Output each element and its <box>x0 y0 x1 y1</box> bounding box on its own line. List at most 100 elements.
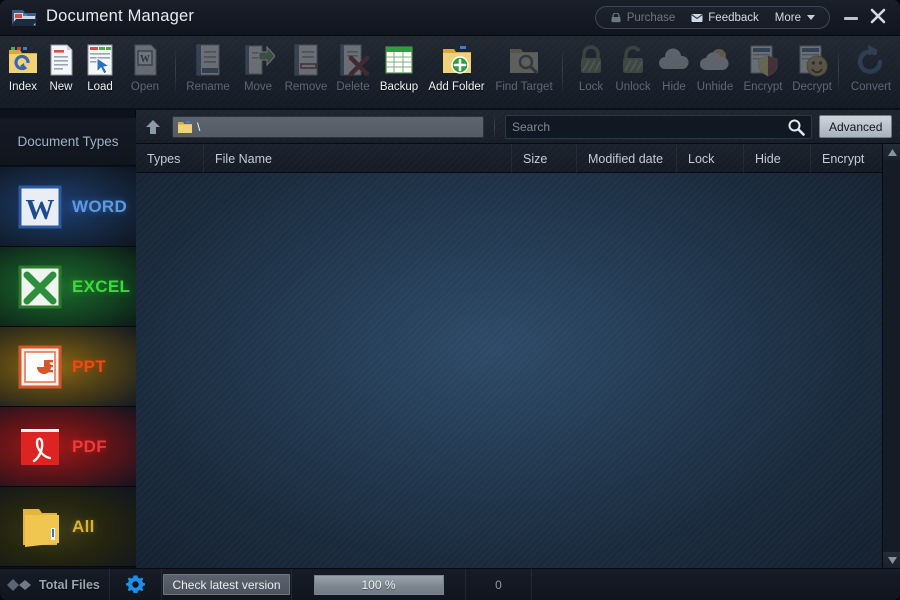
purchase-button[interactable]: Purchase <box>610 11 676 24</box>
toolbar-label: Lock <box>578 81 604 93</box>
toolbar-button-load[interactable]: Load <box>80 40 120 106</box>
sidebar-item-label: All <box>72 516 95 536</box>
feedback-button[interactable]: Feedback <box>691 12 759 24</box>
navigate-up-button[interactable] <box>136 110 170 144</box>
address-input[interactable] <box>197 119 467 134</box>
convert-arrow-icon <box>857 45 883 74</box>
toolbar-separator <box>175 48 176 96</box>
toolbar-button-new[interactable]: New <box>42 40 80 106</box>
toolbar-label: Encrypt <box>743 81 783 93</box>
sidebar-item-pdf[interactable]: PDF <box>0 407 136 487</box>
status-bar-spare-area <box>532 569 900 600</box>
toolbar-button-backup[interactable]: Backup <box>375 40 423 106</box>
file-list[interactable] <box>136 173 882 568</box>
toolbar-separator <box>494 113 495 140</box>
title-bar: Document Manager Purchase Feedback More <box>0 0 900 36</box>
toolbar-button-remove[interactable]: Remove <box>279 40 333 106</box>
chevron-down-icon <box>807 15 815 20</box>
rename-icon <box>196 44 220 76</box>
document-manager-window: Document Manager Purchase Feedback More <box>0 0 900 600</box>
toolbar-button-convert[interactable]: Convert <box>845 40 897 106</box>
sidebar: Document Types W WORD EXCEL PPT PDF All <box>0 110 136 568</box>
total-files-label: Total Files <box>39 577 100 592</box>
toolbar-button-add-folder[interactable]: Add Folder <box>423 40 490 106</box>
search-input[interactable] <box>506 119 787 134</box>
toolbar-button-unlock[interactable]: Unlock <box>611 40 655 106</box>
sidebar-item-all[interactable]: All <box>0 487 136 567</box>
toolbar-button-move[interactable]: Move <box>236 40 280 106</box>
sidebar-header: Document Types <box>0 118 136 166</box>
column-header-file-name[interactable]: File Name <box>204 144 512 173</box>
toolbar-label: Open <box>130 81 160 93</box>
toolbar-button-unhide[interactable]: Unhide <box>693 40 737 106</box>
column-header-lock[interactable]: Lock <box>677 144 744 173</box>
toolbar-separator <box>562 48 563 96</box>
sidebar-item-word[interactable]: W WORD <box>0 167 136 247</box>
toolbar-button-encrypt[interactable]: Encrypt <box>738 40 788 106</box>
sidebar-item-label: EXCEL <box>72 276 131 296</box>
gear-icon <box>126 575 145 594</box>
progress-bar: 100 % <box>313 574 444 595</box>
file-count-value: 0 <box>466 568 532 600</box>
search-box[interactable] <box>505 114 812 139</box>
close-icon[interactable] <box>868 6 888 26</box>
minimize-button[interactable] <box>844 13 858 23</box>
move-icon <box>245 45 275 75</box>
document-manager-logo-icon <box>11 10 38 26</box>
column-header-size[interactable]: Size <box>512 144 577 173</box>
sidebar-item-ppt[interactable]: PPT <box>0 327 136 407</box>
more-button[interactable]: More <box>775 12 815 24</box>
index-folder-icon <box>9 47 37 73</box>
sidebar-item-excel[interactable]: EXCEL <box>0 247 136 327</box>
encrypt-shield-icon <box>750 45 778 77</box>
more-label: More <box>774 11 801 24</box>
scrollbar-track[interactable] <box>883 160 900 552</box>
word-icon: W <box>18 185 62 228</box>
toolbar-label: Load <box>87 81 113 93</box>
scroll-down-arrow-icon[interactable] <box>883 552 900 568</box>
toolbar-label: Backup <box>379 81 419 93</box>
check-latest-version-button[interactable]: Check latest version <box>163 574 290 595</box>
pdf-icon <box>21 428 59 465</box>
toolbar-separator <box>838 48 839 96</box>
toolbar-button-rename[interactable]: Rename <box>180 40 236 106</box>
search-icon[interactable] <box>787 118 805 136</box>
main-toolbar: Index New Load W Open Rename Move Remove… <box>0 36 900 109</box>
scroll-up-arrow-icon[interactable] <box>883 144 900 160</box>
lock-icon <box>581 45 601 73</box>
check-version-cell: Check latest version <box>162 568 292 600</box>
envelope-icon <box>691 13 703 22</box>
total-files-indicator: Total Files <box>0 568 110 600</box>
add-folder-icon <box>442 46 471 74</box>
decrypt-smiley-icon <box>799 45 828 77</box>
column-header-modified-date[interactable]: Modified date <box>577 144 677 173</box>
toolbar-label: Index <box>8 81 38 93</box>
toolbar-label: Delete <box>336 81 370 93</box>
delete-icon <box>340 44 370 77</box>
backup-icon <box>385 46 413 74</box>
progress-cell: 100 % <box>292 568 466 600</box>
vertical-scrollbar[interactable] <box>882 144 900 568</box>
toolbar-button-decrypt[interactable]: Decrypt <box>787 40 837 106</box>
column-header-hide[interactable]: Hide <box>744 144 811 173</box>
toolbar-label: Rename <box>186 81 230 93</box>
toolbar-button-find-target[interactable]: Find Target <box>490 40 558 106</box>
toolbar-button-open[interactable]: W Open <box>121 40 169 106</box>
settings-button[interactable] <box>110 568 162 600</box>
all-folder-icon <box>23 508 59 547</box>
toolbar-button-hide[interactable]: Hide <box>655 40 693 106</box>
toolbar-button-delete[interactable]: Delete <box>330 40 376 106</box>
diamonds-icon <box>7 578 31 591</box>
toolbar-button-index[interactable]: Index <box>4 40 42 106</box>
purchase-label: Purchase <box>626 11 676 24</box>
column-header-types[interactable]: Types <box>136 144 204 173</box>
advanced-search-button[interactable]: Advanced <box>819 115 893 138</box>
progress-bar-label: 100 % <box>361 577 396 592</box>
column-header-encrypt[interactable]: Encrypt <box>811 144 882 173</box>
file-list-header: Types File Name Size Modified date Lock … <box>136 144 882 173</box>
remove-icon <box>294 44 318 76</box>
address-bar[interactable] <box>172 115 484 138</box>
find-target-icon <box>510 49 538 74</box>
toolbar-label: Add Folder <box>428 81 485 93</box>
toolbar-button-lock[interactable]: Lock <box>572 40 610 106</box>
